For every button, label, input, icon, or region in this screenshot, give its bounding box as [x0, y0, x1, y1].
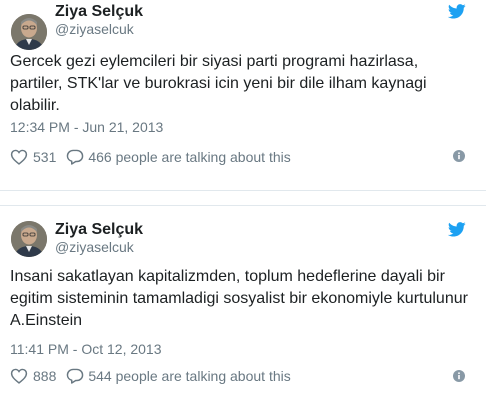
avatar[interactable] [11, 14, 47, 50]
author-handle[interactable]: @ziyaselcuk [55, 20, 134, 38]
tweet-text-line: egitim sisteminin tamamladigi sosyalist … [10, 290, 468, 307]
tweet-separator [0, 190, 486, 206]
reply-button[interactable]: 466 people are talking about this [66, 149, 291, 165]
author-name[interactable]: Ziya Selçuk [55, 2, 143, 22]
info-icon[interactable] [453, 150, 465, 162]
tweet-timestamp[interactable]: 12:34 PM - Jun 21, 2013 [10, 118, 163, 136]
tweet-timestamp[interactable]: 11:41 PM - Oct 12, 2013 [10, 340, 162, 358]
tweet-text: Gercek gezi eylemcileri bir siyasi parti… [10, 51, 472, 117]
tweet-text-line: Insani sakatlayan kapitalizmden, toplum … [10, 268, 445, 285]
like-button[interactable]: 888 [10, 368, 56, 384]
tweet-text-line: A.Einstein [10, 312, 83, 329]
tweet-actions: 888 544 people are talking about this [10, 366, 291, 386]
twitter-bird-icon[interactable] [448, 4, 466, 19]
author-handle[interactable]: @ziyaselcuk [55, 238, 134, 256]
avatar-photo [11, 221, 47, 257]
tweet-actions: 531 466 people are talking about this [10, 147, 291, 167]
tweet-text: Insani sakatlayan kapitalizmden, toplum … [10, 266, 472, 332]
speech-bubble-icon [67, 368, 84, 384]
divider [0, 190, 486, 191]
heart-icon [10, 149, 28, 165]
avatar[interactable] [11, 221, 47, 257]
author-name[interactable]: Ziya Selçuk [55, 220, 143, 240]
tweet-text-line: olabilir. [10, 97, 60, 114]
heart-icon [10, 368, 28, 384]
tweet-card[interactable]: Ziya Selçuk @ziyaselcuk Insani sakatlaya… [0, 206, 486, 396]
likes-count: 531 [33, 149, 57, 165]
likes-count: 888 [33, 368, 57, 384]
talking-about-count: 544 people are talking about this [88, 368, 291, 384]
reply-button[interactable]: 544 people are talking about this [66, 368, 291, 384]
talking-about-count: 466 people are talking about this [88, 149, 291, 165]
tweet-card[interactable]: Ziya Selçuk @ziyaselcuk Gercek gezi eyle… [0, 0, 486, 190]
speech-bubble-icon [67, 149, 84, 165]
info-icon[interactable] [453, 370, 465, 382]
like-button[interactable]: 531 [10, 149, 56, 165]
tweet-text-line: partiler, STK'lar ve burokrasi icin yeni… [10, 75, 427, 92]
twitter-bird-icon[interactable] [448, 222, 466, 237]
tweet-text-line: Gercek gezi eylemcileri bir siyasi parti… [10, 53, 419, 70]
avatar-photo [11, 14, 47, 50]
